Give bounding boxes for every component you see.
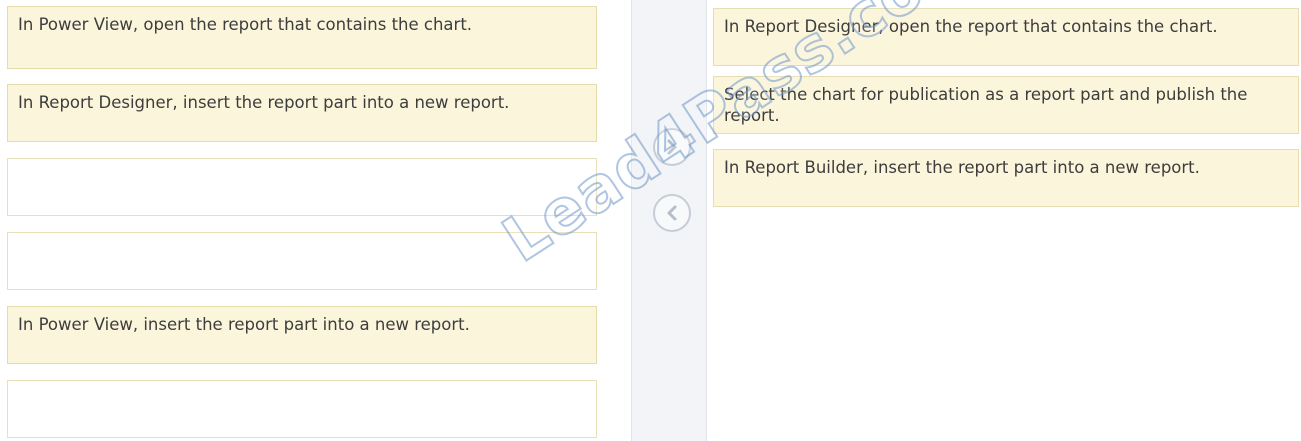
- chevron-left-icon: [664, 204, 680, 222]
- answer-item[interactable]: In Report Builder, insert the report par…: [713, 149, 1299, 207]
- chevron-right-icon: [664, 138, 680, 156]
- move-left-button[interactable]: [653, 194, 691, 232]
- drag-drop-question: In Power View, open the report that cont…: [0, 0, 1301, 441]
- answer-item[interactable]: In Report Designer, open the report that…: [713, 8, 1299, 66]
- list-item[interactable]: In Power View, open the report that cont…: [7, 6, 597, 69]
- list-item-text: [8, 381, 596, 395]
- empty-slot[interactable]: [7, 380, 597, 438]
- answer-area: In Report Designer, open the report that…: [707, 0, 1301, 441]
- answer-item[interactable]: Select the chart for publication as a re…: [713, 76, 1299, 134]
- empty-slot[interactable]: [7, 232, 597, 290]
- move-right-button[interactable]: [653, 128, 691, 166]
- answer-item-text: In Report Designer, open the report that…: [724, 17, 1218, 36]
- list-item-text: In Power View, open the report that cont…: [18, 15, 473, 34]
- list-item[interactable]: In Report Designer, insert the report pa…: [7, 84, 597, 142]
- answer-item-text: In Report Builder, insert the report par…: [724, 158, 1200, 177]
- list-item-text: In Power View, insert the report part in…: [18, 315, 470, 334]
- empty-slot[interactable]: [7, 158, 597, 216]
- list-item-text: [8, 233, 596, 247]
- answer-item-text: Select the chart for publication as a re…: [724, 85, 1248, 125]
- list-item[interactable]: In Power View, insert the report part in…: [7, 306, 597, 364]
- list-item-text: [8, 159, 596, 173]
- list-item-text: In Report Designer, insert the report pa…: [18, 93, 510, 112]
- actions-list: In Power View, open the report that cont…: [0, 0, 608, 441]
